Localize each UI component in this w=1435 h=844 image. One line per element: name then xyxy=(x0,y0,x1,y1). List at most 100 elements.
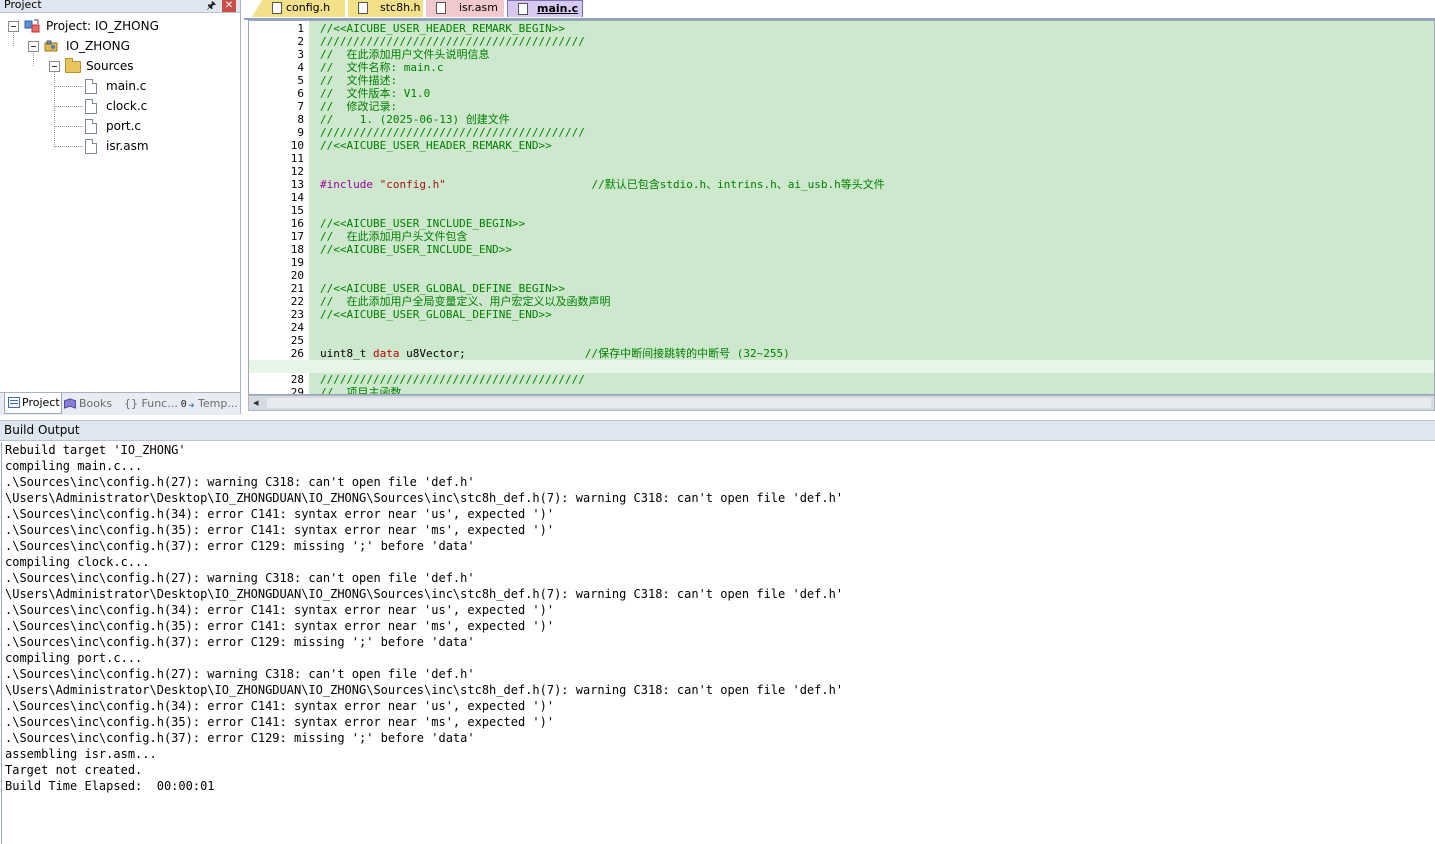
tree-item-file[interactable]: main.c xyxy=(0,76,240,96)
tab-project[interactable]: Project xyxy=(4,393,62,414)
tab-functions[interactable]: {} Func... xyxy=(124,395,178,413)
code-line[interactable]: //<<AICUBE_USER_GLOBAL_DEFINE_BEGIN>> xyxy=(320,282,1434,295)
tree-item-file[interactable]: isr.asm xyxy=(0,136,240,156)
project-panel-title: Project xyxy=(4,0,42,11)
line-number: 14 xyxy=(290,191,304,204)
code-line[interactable]: ​ xyxy=(320,152,1434,165)
code-line[interactable]: // 修改记录: xyxy=(320,100,1434,113)
tree-item-file[interactable]: clock.c xyxy=(0,96,240,116)
code-line[interactable]: ​ xyxy=(320,321,1434,334)
build-output-line: .\Sources\inc\config.h(37): error C129: … xyxy=(5,635,475,649)
tree-item-target[interactable]: IO_ZHONG xyxy=(0,36,240,56)
line-number: 26 xyxy=(290,347,304,360)
code-token: //<<AICUBE_USER_HEADER_REMARK_END>> xyxy=(320,139,552,152)
code-token: // 文件描述: xyxy=(320,74,398,87)
code-line[interactable]: // 1. (2025-06-13) 创建文件 xyxy=(320,113,1434,126)
code-line[interactable]: ​ xyxy=(320,334,1434,347)
code-line[interactable]: //////////////////////////////////////// xyxy=(320,35,1434,48)
code-token: //<<AICUBE_USER_INCLUDE_BEGIN>> xyxy=(320,217,526,230)
code-line[interactable]: // 文件版本: V1.0 xyxy=(320,87,1434,100)
code-line[interactable]: // 在此添加用户头文件包含 xyxy=(320,230,1434,243)
tab-main-c[interactable]: main.c xyxy=(507,0,583,17)
code-line[interactable]: //<<AICUBE_USER_HEADER_REMARK_BEGIN>> xyxy=(320,22,1434,35)
line-number: 15 xyxy=(290,204,304,217)
scrollbar-thumb[interactable] xyxy=(267,398,1431,408)
tree-file-label: port.c xyxy=(106,119,142,133)
tab-stc8h-h[interactable]: stc8h.h xyxy=(348,0,423,17)
file-icon xyxy=(85,119,97,134)
build-output-line: \Users\Administrator\Desktop\IO_ZHONGDUA… xyxy=(5,587,844,601)
build-output-titlebar: Build Output xyxy=(0,420,1435,441)
build-output-line: .\Sources\inc\config.h(34): error C141: … xyxy=(5,507,555,521)
close-icon[interactable]: ✕ xyxy=(222,0,236,12)
code-editor[interactable]: 1 2 3 4 5 6 7 8 9 10 11 12 13 14 15 16 17 18 19 20 21 22 23 24 2… xyxy=(248,20,1435,395)
code-token: "config.h" xyxy=(379,178,446,191)
build-output-text[interactable]: Rebuild target 'IO_ZHONG' compiling main.… xyxy=(1,442,1433,844)
tab-label: stc8h.h xyxy=(380,1,421,14)
code-token: // 在此添加用户文件头说明信息 xyxy=(320,48,490,61)
code-line[interactable]: ​ xyxy=(320,191,1434,204)
collapse-icon[interactable] xyxy=(28,41,39,52)
code-line[interactable]: // 项目主函数 xyxy=(320,386,1434,394)
code-line[interactable]: uint8_t data u8Vector; //保存中断间接跳转的中断号 (3… xyxy=(320,347,1434,360)
build-output-line: compiling main.c... xyxy=(5,459,143,473)
build-output-line: Rebuild target 'IO_ZHONG' xyxy=(5,443,186,457)
code-line[interactable]: ​ xyxy=(320,204,1434,217)
build-output-line: Build Time Elapsed: 00:00:01 xyxy=(5,779,215,793)
code-line[interactable]: ​ xyxy=(249,360,1434,373)
code-line[interactable]: // 文件描述: xyxy=(320,74,1434,87)
build-output-line: .\Sources\inc\config.h(37): error C129: … xyxy=(5,731,475,745)
file-icon xyxy=(85,99,97,114)
line-number: 7 xyxy=(297,100,304,113)
line-number: 5 xyxy=(297,74,304,87)
folder-icon xyxy=(65,58,81,73)
scroll-left-arrow-icon[interactable]: ◂ xyxy=(253,396,259,410)
tree-item-file[interactable]: port.c xyxy=(0,116,240,136)
code-token: //<<AICUBE_USER_GLOBAL_DEFINE_END>> xyxy=(320,308,552,321)
line-number: 21 xyxy=(290,282,304,295)
build-output-line: .\Sources\inc\config.h(27): warning C318… xyxy=(5,667,475,681)
code-line[interactable]: //<<AICUBE_USER_HEADER_REMARK_END>> xyxy=(320,139,1434,152)
code-line[interactable]: // 在此添加用户全局变量定义、用户宏定义以及函数声明 xyxy=(320,295,1434,308)
code-token: //////////////////////////////////////// xyxy=(320,373,585,386)
line-number-gutter: 1 2 3 4 5 6 7 8 9 10 11 12 13 14 15 16 17 18 19 20 21 22 23 24 2… xyxy=(249,21,309,394)
tree-item-project[interactable]: Project: IO_ZHONG xyxy=(0,16,240,36)
tab-templates[interactable]: 0 Temp... xyxy=(180,395,238,413)
collapse-icon[interactable] xyxy=(49,61,60,72)
code-token: //////////////////////////////////////// xyxy=(320,35,585,48)
project-icon xyxy=(24,19,40,33)
line-numbers: 1 2 3 4 5 6 7 8 9 10 11 12 13 14 15 16 17 18 19 20 21 22 23 24 2… xyxy=(249,22,304,394)
tree-item-sources-group[interactable]: Sources xyxy=(0,56,240,76)
books-icon xyxy=(64,398,76,409)
code-line[interactable]: ​ xyxy=(320,269,1434,282)
editor-area: config.h stc8h.h isr.asm main.c 12345678… xyxy=(244,0,1435,414)
code-line[interactable]: ​ xyxy=(320,256,1434,269)
horizontal-scrollbar[interactable]: ◂ xyxy=(248,395,1435,411)
tab-isr-asm[interactable]: isr.asm xyxy=(426,0,504,17)
line-number: 23 xyxy=(290,308,304,321)
build-output-title: Build Output xyxy=(4,423,80,437)
code-line[interactable]: // 文件名称: main.c xyxy=(320,61,1434,74)
code-line[interactable]: // 在此添加用户文件头说明信息 xyxy=(320,48,1434,61)
code-line[interactable]: //<<AICUBE_USER_INCLUDE_END>> xyxy=(320,243,1434,256)
code-line[interactable]: //<<AICUBE_USER_GLOBAL_DEFINE_END>> xyxy=(320,308,1434,321)
code-token: //<<AICUBE_USER_INCLUDE_END>> xyxy=(320,243,513,256)
line-number: 17 xyxy=(290,230,304,243)
code-line[interactable]: //<<AICUBE_USER_INCLUDE_BEGIN>> xyxy=(320,217,1434,230)
build-output-line: compiling clock.c... xyxy=(5,555,150,569)
line-number: 8 xyxy=(297,113,304,126)
tab-books[interactable]: Books xyxy=(63,395,119,413)
code-token: u8Vector; xyxy=(399,347,585,360)
line-number: 9 xyxy=(297,126,304,139)
pin-icon[interactable]: 🖈 xyxy=(206,0,216,16)
code-line[interactable]: #include "config.h" //默认已包含stdio.h、intri… xyxy=(320,178,1434,191)
code-line[interactable]: ​ xyxy=(320,165,1434,178)
tree-file-label: clock.c xyxy=(106,99,148,113)
line-number: 12 xyxy=(290,165,304,178)
code-line[interactable]: //////////////////////////////////////// xyxy=(320,126,1434,139)
code-line[interactable]: //////////////////////////////////////// xyxy=(320,373,1434,386)
code-token: #include xyxy=(320,178,380,191)
collapse-icon[interactable] xyxy=(8,21,19,32)
svg-text:0: 0 xyxy=(181,399,187,409)
tab-config-h[interactable]: config.h xyxy=(252,0,345,17)
